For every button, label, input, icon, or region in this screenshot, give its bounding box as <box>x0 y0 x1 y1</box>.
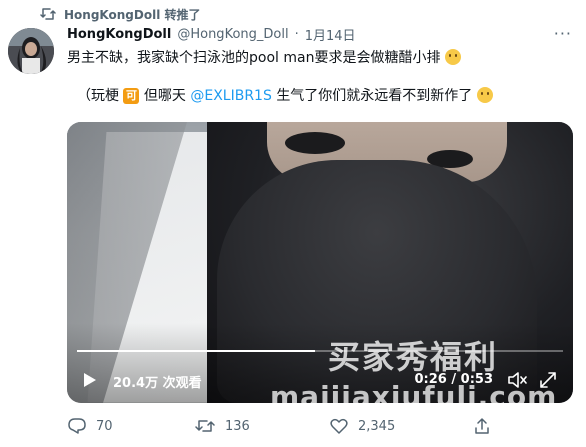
retweet-icon <box>40 7 56 21</box>
tweet-text-line2: （玩梗 可 但哪天 @EXLIBR1S 生气了你们就永远看不到新作了 <box>77 86 493 106</box>
like-count: 2,345 <box>358 418 396 434</box>
watermark-url: maijiaxiufuli.com <box>270 380 558 413</box>
tweet-date[interactable]: 1月14日 <box>305 25 356 44</box>
separator-dot: · <box>294 26 299 42</box>
tweet-text-mid: 但哪天 <box>143 88 186 104</box>
retweet-label[interactable]: HongKongDoll 转推了 <box>64 6 201 23</box>
author-handle[interactable]: @HongKong_Doll <box>177 27 288 42</box>
tweet-text-suffix: 生气了你们就永远看不到新作了 <box>276 88 473 104</box>
avatar[interactable] <box>8 28 54 74</box>
ke-badge-emoji-icon: 可 <box>123 88 140 104</box>
reply-count: 70 <box>96 418 113 434</box>
retweet-count: 136 <box>225 418 250 434</box>
mention-link[interactable]: @EXLIBR1S <box>190 88 272 104</box>
like-button[interactable]: 2,345 <box>330 418 395 434</box>
more-options-icon[interactable]: ··· <box>554 24 572 43</box>
tweet-header: HongKongDoll @HongKong_Doll · 1月14日 <box>67 24 356 44</box>
tweet-text-line1: 男主不缺，我家缺个扫泳池的pool man要求是会做糖醋小排 <box>67 48 461 68</box>
neutral-face-emoji-icon <box>476 87 493 103</box>
author-name[interactable]: HongKongDoll <box>67 27 171 42</box>
view-count: 20.4万 次观看 <box>113 376 202 391</box>
share-button[interactable] <box>474 418 490 435</box>
retweet-header: HongKongDoll 转推了 <box>40 6 201 22</box>
tweet-text-prefix: （玩梗 <box>77 88 119 104</box>
heart-icon <box>330 418 348 434</box>
relieved-face-emoji-icon <box>444 49 461 65</box>
watermark-chinese: 买家秀福利 <box>328 338 499 376</box>
reply-button[interactable]: 70 <box>68 418 113 434</box>
tweet-actions: 70 136 2,345 <box>68 418 568 438</box>
play-icon[interactable] <box>83 372 97 388</box>
video-progress-fill <box>77 350 316 352</box>
retweet-action-icon <box>195 418 215 434</box>
video-frame-eye-left <box>285 132 345 154</box>
tweet-text: 男主不缺，我家缺个扫泳池的pool man要求是会做糖醋小排 <box>67 50 441 66</box>
share-icon <box>474 418 490 435</box>
retweet-button[interactable]: 136 <box>195 418 250 434</box>
reply-icon <box>68 418 86 434</box>
